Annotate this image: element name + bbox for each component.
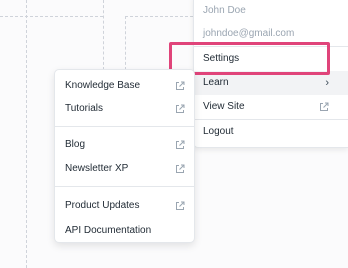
guide-line bbox=[26, 0, 27, 268]
submenu-item-api-docs[interactable]: API Documentation bbox=[55, 219, 194, 243]
submenu-item-product-updates[interactable]: Product Updates bbox=[55, 194, 194, 218]
submenu-item-blog[interactable]: Blog bbox=[55, 133, 194, 157]
submenu-item-newsletter[interactable]: Newsletter XP bbox=[55, 157, 194, 181]
external-link-icon bbox=[175, 140, 185, 150]
menu-divider bbox=[55, 126, 194, 127]
submenu-item-tutorials[interactable]: Tutorials bbox=[55, 97, 194, 121]
learn-submenu: Knowledge Base Tutorials Blog Newsletter… bbox=[54, 69, 195, 243]
external-link-icon bbox=[175, 201, 185, 211]
submenu-item-label: Product Updates bbox=[65, 200, 140, 211]
menu-divider bbox=[55, 186, 194, 187]
guide-line bbox=[125, 16, 193, 17]
logout-menu-item[interactable]: Logout bbox=[194, 120, 348, 144]
view-site-label: View Site bbox=[203, 101, 245, 112]
guide-line bbox=[125, 16, 126, 70]
external-link-icon bbox=[175, 104, 185, 114]
submenu-item-label: Blog bbox=[65, 139, 86, 150]
submenu-item-label: Tutorials bbox=[65, 103, 103, 114]
view-site-menu-item[interactable]: View Site bbox=[194, 95, 348, 119]
logout-label: Logout bbox=[203, 126, 234, 137]
external-link-icon bbox=[175, 81, 185, 91]
submenu-item-knowledge-base[interactable]: Knowledge Base bbox=[55, 74, 194, 98]
external-link-icon bbox=[319, 102, 329, 112]
submenu-item-label: API Documentation bbox=[65, 225, 152, 236]
account-name: John Doe bbox=[203, 5, 246, 16]
guide-line bbox=[0, 16, 103, 17]
submenu-item-label: Knowledge Base bbox=[65, 80, 141, 91]
external-link-icon bbox=[175, 164, 185, 174]
canvas: John Doe johndoe@gmail.com Settings Lear… bbox=[0, 0, 348, 268]
submenu-item-label: Newsletter XP bbox=[65, 163, 129, 174]
guide-line bbox=[103, 0, 104, 70]
